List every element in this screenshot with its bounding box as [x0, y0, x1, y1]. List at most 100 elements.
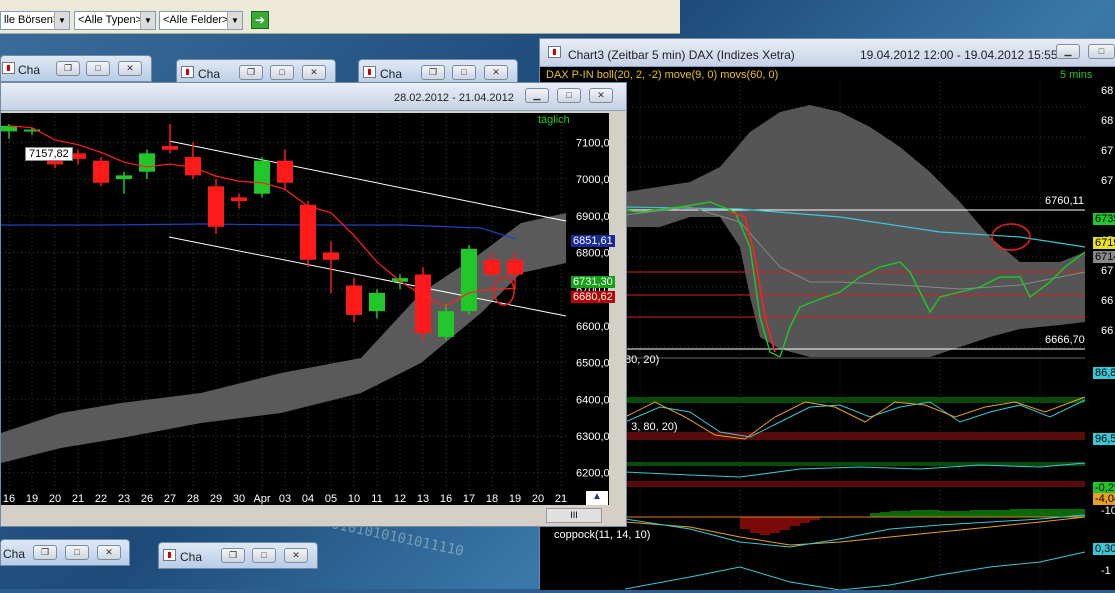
candle-body [254, 160, 270, 194]
candle-body [231, 197, 247, 202]
chart-tool-button[interactable]: ▲ [586, 491, 608, 505]
chart3-legend: DAX P-IN boll(20, 2, -2) move(9, 0) movs… [546, 69, 779, 81]
window-title: Cha [18, 63, 41, 77]
candle-body [507, 259, 523, 275]
candle-body [438, 311, 454, 337]
osc2-value: 96,5 [1093, 433, 1115, 445]
x-tick-label: Apr [253, 493, 270, 505]
restore-button[interactable]: ❐ [33, 545, 57, 560]
daily-chart-area[interactable]: 7100,007000,006900,006800,006700,006600,… [1, 113, 615, 491]
chart-icon: ▮ [548, 46, 561, 58]
crosshair-value-label: 7157,82 [25, 147, 73, 161]
trend-line-upper [168, 140, 567, 222]
restore-button[interactable]: ❐ [221, 548, 245, 563]
minimized-chart-window[interactable]: ▮ Cha ❐ □ ✕ [0, 55, 152, 82]
minimize-button[interactable]: ▁ [525, 88, 549, 103]
x-tick-label: 12 [394, 493, 406, 505]
maximize-button[interactable]: □ [65, 545, 89, 560]
chevron-down-icon[interactable]: ▼ [140, 12, 155, 29]
macd-value-2: -4,04 [1093, 493, 1115, 505]
axis-tick: 66 [1101, 325, 1114, 337]
candle-body [139, 153, 155, 172]
axis-tick: 66 [1101, 295, 1114, 307]
close-button[interactable]: ✕ [97, 545, 121, 560]
close-button[interactable]: ✕ [284, 548, 308, 563]
close-button[interactable]: ✕ [118, 61, 142, 76]
candle-body [208, 186, 224, 227]
axis-tick: 67 [1101, 145, 1114, 157]
y-tick-label: 7000,00 [576, 174, 609, 186]
minimized-chart-window[interactable]: ▮ Cha ❐ □ ✕ [158, 542, 318, 569]
x-tick-label: 13 [417, 493, 429, 505]
maximize-button[interactable]: □ [452, 65, 476, 80]
field-combo[interactable]: <Alle Felder> ▼ [159, 11, 243, 30]
minimized-chart-window[interactable]: Cha ❐ □ ✕ [0, 539, 130, 566]
maximize-button[interactable]: □ [86, 61, 110, 76]
chart3-title: Chart3 (Zeitbar 5 min) DAX (Indizes Xetr… [568, 48, 795, 62]
maximize-button[interactable]: □ [252, 548, 276, 563]
coppock-value: 0,30 [1093, 543, 1115, 555]
x-tick-label: 17 [463, 493, 475, 505]
price-tag-green: 6731,30 [571, 276, 615, 288]
chart3-date-range: 19.04.2012 12:00 - 19.04.2012 15:55 [860, 48, 1058, 62]
x-tick-label: 20 [532, 493, 544, 505]
x-tick-label: 16 [440, 493, 452, 505]
candle-body [93, 160, 109, 183]
x-tick-label: 16 [3, 493, 15, 505]
bollinger-band [1, 213, 566, 463]
daily-chart-svg[interactable]: 7100,007000,006900,006800,006700,006600,… [1, 113, 609, 491]
y-tick-label: 7100,00 [576, 137, 609, 149]
osc1-value: 86,8 [1093, 367, 1115, 379]
scroll-thumb-label: III [570, 510, 578, 520]
axis-tick: 67 [1101, 175, 1114, 187]
restore-button[interactable]: ❐ [56, 61, 80, 76]
x-tick-label: 04 [302, 493, 314, 505]
chart-icon: ▮ [163, 549, 176, 561]
x-tick-label: 30 [233, 493, 245, 505]
restore-button[interactable]: ❐ [239, 65, 263, 80]
go-arrow-button[interactable]: ➔ [251, 11, 269, 29]
price-tag-gray: 6714 [1093, 251, 1115, 263]
window-title: Cha [380, 67, 403, 81]
axis-tick: 68 [1101, 115, 1114, 127]
maximize-button[interactable]: □ [1088, 44, 1115, 59]
candle-body [162, 146, 178, 150]
exchange-combo[interactable]: lle Börsen> ▼ [0, 11, 70, 30]
maximize-button[interactable]: □ [270, 65, 294, 80]
macd-signal [624, 516, 1086, 546]
restore-button[interactable]: ❐ [421, 65, 445, 80]
daily-chart-date-range: 28.02.2012 - 21.04.2012 [394, 92, 514, 104]
chevron-down-icon[interactable]: ▼ [54, 12, 69, 29]
osc1-line [624, 399, 1086, 438]
window-title: Cha [3, 547, 26, 561]
chart3-titlebar[interactable]: ▮ Chart3 (Zeitbar 5 min) DAX (Indizes Xe… [540, 39, 1115, 67]
macd-value-3: -10 [1101, 505, 1115, 517]
chart-icon: ▮ [181, 66, 194, 78]
candle-body [484, 259, 500, 275]
x-tick-label: 20 [49, 493, 61, 505]
x-tick-label: 05 [325, 493, 337, 505]
x-tick-label: 22 [95, 493, 107, 505]
osc1-oversold-zone [625, 432, 1085, 440]
chevron-down-icon[interactable]: ▼ [227, 12, 242, 29]
osc1-label: 80, 20) [625, 354, 660, 366]
minimize-button[interactable]: ▁ [1056, 44, 1080, 59]
close-button[interactable]: ✕ [302, 65, 326, 80]
x-tick-label: 27 [164, 493, 176, 505]
close-button[interactable]: ✕ [484, 65, 508, 80]
candle-body [116, 175, 132, 180]
horizontal-scrollbar[interactable]: III [546, 508, 602, 523]
candle-body [323, 252, 339, 260]
period-label: täglich [538, 114, 570, 126]
close-button[interactable]: ✕ [589, 88, 613, 103]
y-tick-label: 6400,00 [576, 394, 609, 406]
maximize-button[interactable]: □ [557, 88, 581, 103]
daily-chart-titlebar[interactable]: 28.02.2012 - 21.04.2012 ▁ □ ✕ [1, 83, 626, 111]
type-combo[interactable]: <Alle Typen> ▼ [74, 11, 156, 30]
x-tick-label: 23 [118, 493, 130, 505]
bollinger-band [625, 105, 1085, 359]
osc2-overbought-zone [625, 462, 1085, 466]
daily-chart-window[interactable]: 28.02.2012 - 21.04.2012 ▁ □ ✕ 7100,00 700… [0, 82, 627, 527]
y-tick-label: 6600,00 [576, 321, 609, 333]
price-tag-green: 6735 [1093, 213, 1115, 225]
